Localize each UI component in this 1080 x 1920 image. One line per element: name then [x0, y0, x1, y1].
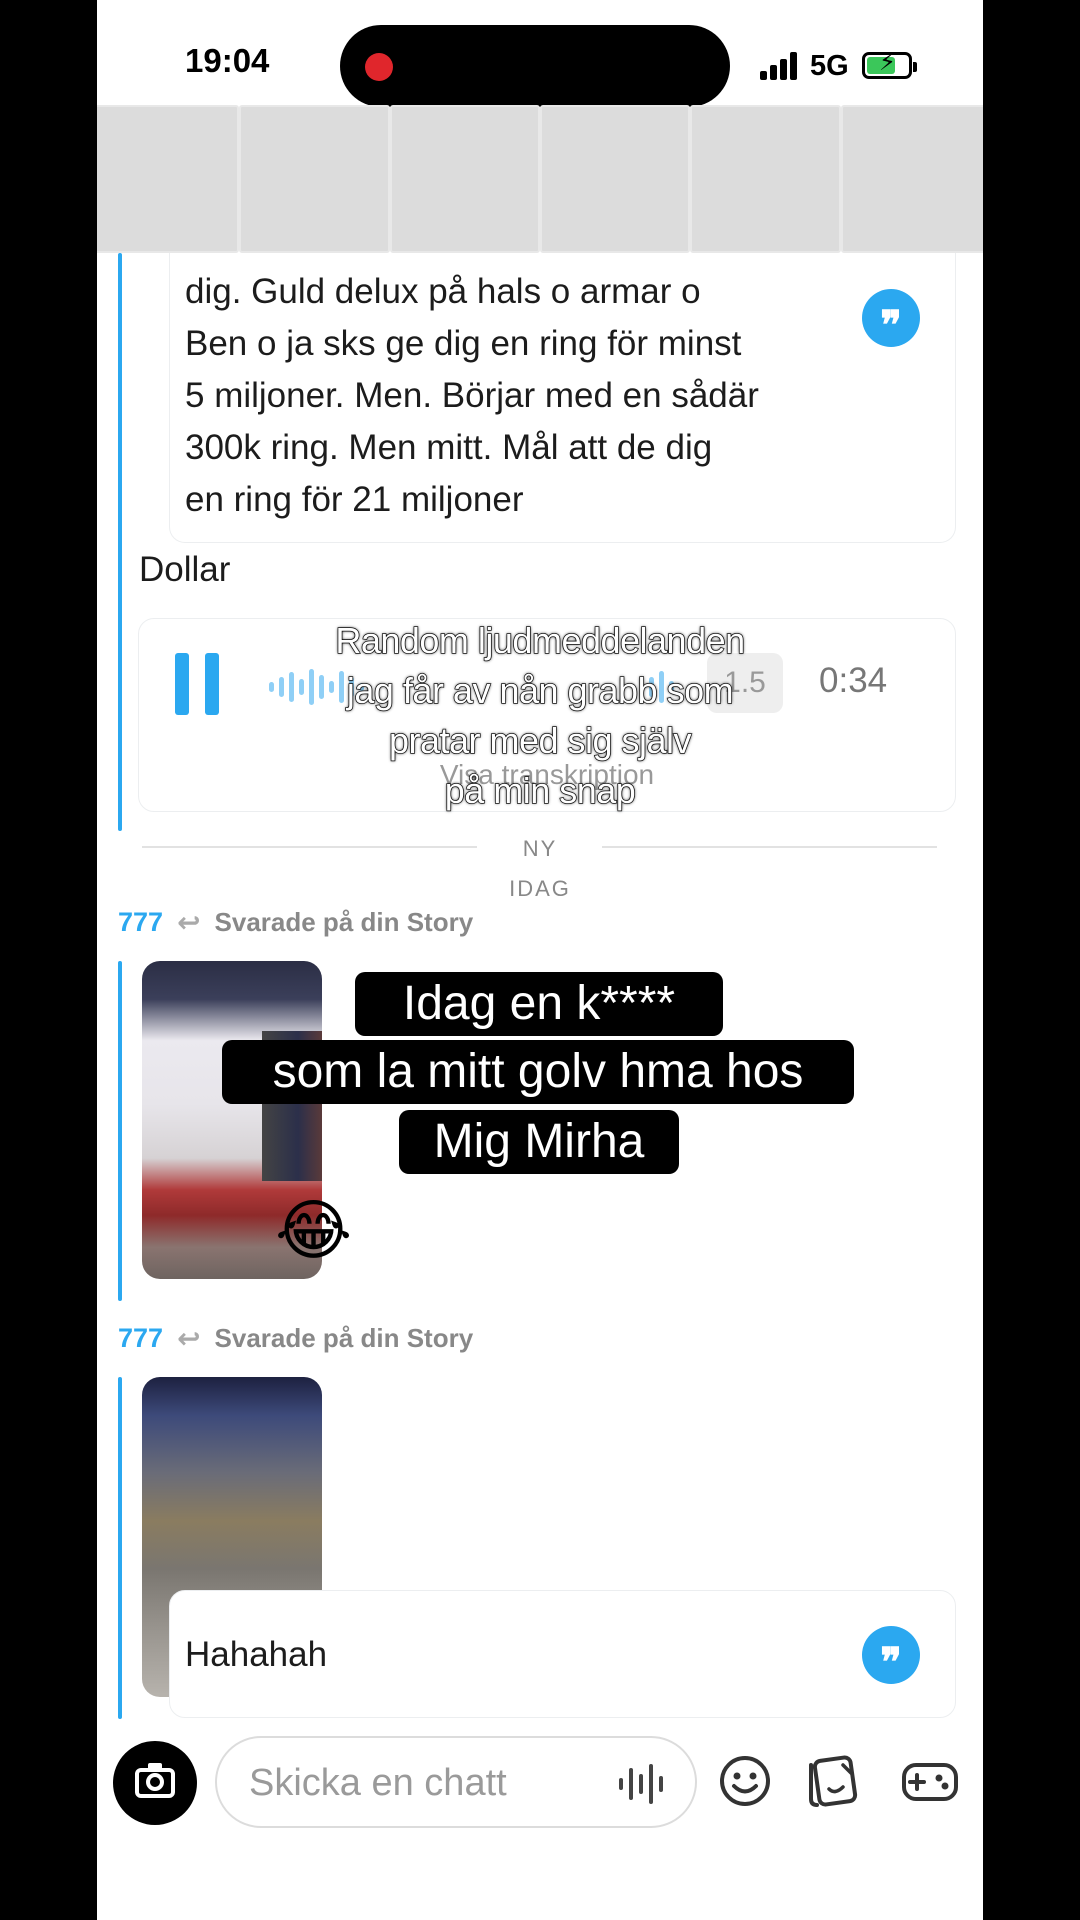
story-caption-text: Mig Mirha: [433, 1115, 645, 1168]
redaction-block: [840, 105, 983, 253]
reply-username[interactable]: 777: [118, 1323, 163, 1354]
microphone-waveform-icon[interactable]: [619, 1764, 673, 1804]
camera-icon: [146, 1773, 164, 1791]
story-reply-header: 777 ↩ Svarade på din Story: [118, 1322, 473, 1355]
camera-button[interactable]: [113, 1741, 197, 1825]
story-caption-line: som la mitt golv hma hos: [222, 1040, 854, 1104]
caption-line: jag får av nån grabb som: [346, 669, 734, 712]
redaction-block: [690, 105, 841, 253]
dynamic-island: [340, 25, 730, 107]
smiley-icon[interactable]: [717, 1751, 773, 1811]
story-caption-line: Mig Mirha: [399, 1110, 679, 1174]
story-caption-text: Idag en k****: [402, 977, 676, 1030]
redaction-block: [539, 105, 691, 253]
caption-line: på min snap: [444, 769, 637, 812]
message-line: Ben o ja sks ge dig en ring för minst: [185, 324, 742, 363]
redaction-block: [239, 105, 390, 253]
status-time: 19:04: [185, 42, 270, 79]
phone-screen: 19:04 5G ⚡ dig. Guld delux på hals o arm…: [97, 0, 983, 1920]
thread-line: [118, 961, 122, 1301]
message-line: 300k ring. Men mitt. Mål att de dig: [185, 428, 713, 467]
chat-input-container[interactable]: [215, 1736, 697, 1828]
story-caption-text: som la mitt golv hma hos: [272, 1045, 804, 1098]
reply-action: Svarade på din Story: [214, 907, 474, 937]
reply-username[interactable]: 777: [118, 907, 163, 938]
network-type: 5G: [810, 50, 849, 82]
redaction-block: [389, 105, 540, 253]
redacted-header: [97, 105, 983, 253]
message-text: Dollar: [139, 550, 231, 589]
signal-icon: [760, 52, 802, 80]
reply-action: Svarade på din Story: [214, 1323, 474, 1353]
video-overlay-caption: Random ljudmeddelanden jag får av nån gr…: [97, 616, 983, 816]
message-line: dig. Guld delux på hals o armar o: [185, 272, 701, 311]
battery-icon: ⚡: [862, 51, 917, 79]
story-reply-header: 777 ↩ Svarade på din Story: [118, 906, 473, 939]
gamepad-icon[interactable]: [899, 1751, 961, 1811]
quoted-message-bubble[interactable]: dig. Guld delux på hals o armar o Ben o …: [169, 253, 956, 543]
reply-message-text: Hahahah: [185, 1635, 328, 1674]
reaction-emoji: 😂: [275, 1193, 353, 1267]
reply-arrow-icon: ↩: [177, 907, 201, 938]
quote-icon[interactable]: ❞: [862, 289, 920, 349]
quote-icon[interactable]: ❞: [862, 1626, 920, 1686]
thread-line: [118, 1377, 122, 1719]
caption-line: Random ljudmeddelanden: [335, 619, 746, 662]
recording-indicator-icon: [365, 53, 393, 81]
reply-arrow-icon: ↩: [177, 1323, 201, 1354]
story-caption-line: Idag en k****: [355, 972, 723, 1036]
chat-input[interactable]: [249, 1756, 589, 1810]
caption-line: pratar med sig själv: [388, 719, 692, 762]
message-line: en ring för 21 miljoner: [185, 480, 524, 519]
sticker-icon[interactable]: [807, 1751, 863, 1811]
message-line: 5 miljoner. Men. Börjar med en sådär: [185, 376, 759, 415]
reply-message-bubble[interactable]: Hahahah ❞: [169, 1590, 956, 1718]
redaction-block: [97, 105, 240, 253]
divider-date-label: IDAG: [509, 876, 571, 901]
divider-new-label: NY: [522, 836, 558, 861]
